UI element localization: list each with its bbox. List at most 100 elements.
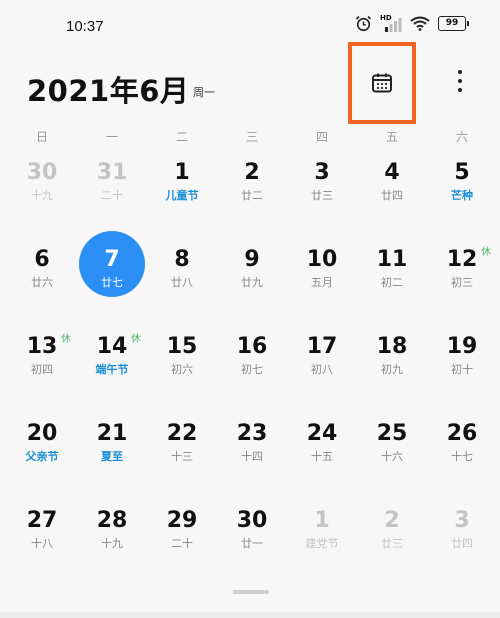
holiday-rest-badge: 休 [61, 334, 71, 345]
lunar-date: 廿二 [241, 189, 263, 202]
day-number: 6 [34, 247, 50, 272]
drag-handle[interactable] [233, 590, 269, 594]
status-time: 10:37 [66, 18, 104, 35]
day-cell[interactable]: 14 端午节 休 [77, 322, 147, 409]
day-cell[interactable]: 18 初九 [357, 322, 427, 409]
day-cell[interactable]: 16 初七 [217, 322, 287, 409]
weekday-sat: 六 [455, 130, 468, 144]
more-options-button[interactable] [450, 66, 470, 96]
day-cell[interactable]: 25 十六 [357, 409, 427, 496]
day-number: 30 [26, 160, 58, 185]
lunar-date: 初九 [381, 363, 403, 376]
day-cell[interactable]: 12 初三 休 [427, 235, 497, 322]
day-number: 14 [96, 334, 128, 359]
day-cell[interactable]: 28 十九 [77, 496, 147, 583]
weekday-thu: 四 [315, 130, 328, 144]
day-cell[interactable]: 26 十七 [427, 409, 497, 496]
day-number: 25 [376, 421, 408, 446]
lunar-date: 初七 [241, 363, 263, 376]
lunar-date: 廿三 [311, 189, 333, 202]
day-cell[interactable]: 21 夏至 [77, 409, 147, 496]
calendar-header: 2021年6月 周一 [0, 42, 500, 124]
day-number: 1 [174, 160, 190, 185]
day-number: 20 [26, 421, 58, 446]
lunar-date: 廿七 [101, 276, 123, 289]
day-cell[interactable]: 20 父亲节 [7, 409, 77, 496]
bottom-panel-edge [0, 612, 500, 618]
day-cell[interactable]: 11 初二 [357, 235, 427, 322]
day-number: 3 [314, 160, 330, 185]
day-cell[interactable]: 29 二十 [147, 496, 217, 583]
lunar-date: 十七 [451, 450, 473, 463]
lunar-date: 二十 [171, 537, 193, 550]
day-number: 3 [454, 508, 470, 533]
weekday-label: 周一 [193, 86, 215, 99]
day-number: 21 [96, 421, 128, 446]
day-cell[interactable]: 31 二十 [77, 148, 147, 235]
day-cell[interactable]: 1 儿童节 [147, 148, 217, 235]
weekday-sun: 日 [35, 130, 48, 144]
day-cell[interactable]: 27 十八 [7, 496, 77, 583]
lunar-date: 廿九 [241, 276, 263, 289]
festival-label: 儿童节 [165, 189, 199, 202]
calendar-button[interactable] [348, 42, 416, 124]
day-cell[interactable]: 17 初八 [287, 322, 357, 409]
day-number: 7 [104, 247, 120, 272]
day-cell[interactable]: 1 建党节 [287, 496, 357, 583]
day-number: 2 [384, 508, 400, 533]
lunar-date: 五月 [311, 276, 333, 289]
day-number: 5 [454, 160, 470, 185]
day-cell[interactable]: 2 廿二 [217, 148, 287, 235]
festival-label: 芒种 [451, 189, 473, 202]
lunar-date: 十九 [101, 537, 123, 550]
lunar-date: 廿六 [31, 276, 53, 289]
day-number: 9 [244, 247, 260, 272]
month-title[interactable]: 2021年6月 [27, 68, 189, 110]
day-cell[interactable]: 9 廿九 [217, 235, 287, 322]
day-number: 10 [306, 247, 338, 272]
lunar-date: 初四 [31, 363, 53, 376]
status-bar: 10:37 HD 99 [0, 0, 500, 52]
festival-label: 父亲节 [25, 450, 59, 463]
day-cell-today[interactable]: 7 廿七 [77, 231, 147, 322]
day-cell[interactable]: 3 廿四 [427, 496, 497, 583]
day-cell[interactable]: 30 十九 [7, 148, 77, 235]
day-cell[interactable]: 19 初十 [427, 322, 497, 409]
day-number: 1 [314, 508, 330, 533]
day-number: 19 [446, 334, 478, 359]
day-cell[interactable]: 15 初六 [147, 322, 217, 409]
lunar-date: 十六 [381, 450, 403, 463]
weekday-fri: 五 [385, 130, 398, 144]
lunar-date: 二十 [101, 189, 123, 202]
day-number: 24 [306, 421, 338, 446]
day-cell[interactable]: 13 初四 休 [7, 322, 77, 409]
holiday-rest-badge: 休 [481, 247, 491, 258]
lunar-date: 初六 [171, 363, 193, 376]
day-cell[interactable]: 23 十四 [217, 409, 287, 496]
day-cell[interactable]: 10 五月 [287, 235, 357, 322]
day-cell[interactable]: 2 廿三 [357, 496, 427, 583]
day-cell[interactable]: 8 廿八 [147, 235, 217, 322]
day-cell[interactable]: 5 芒种 [427, 148, 497, 235]
weekday-wed: 三 [245, 130, 258, 144]
day-number: 16 [236, 334, 268, 359]
festival-label: 端午节 [95, 363, 129, 376]
festival-label: 夏至 [101, 450, 123, 463]
weekday-header-row: 日 一 二 三 四 五 六 [7, 128, 497, 145]
day-cell[interactable]: 22 十三 [147, 409, 217, 496]
day-number: 11 [376, 247, 408, 272]
day-cell[interactable]: 4 廿四 [357, 148, 427, 235]
month-grid: 30 十九 31 二十 1 儿童节 2 廿二 3 廿三 4 廿四 5 芒种 6 廿六 7 廿七 8 廿八 9 廿九 10 五月… [7, 148, 497, 583]
lunar-date: 十四 [241, 450, 263, 463]
lunar-date: 廿一 [241, 537, 263, 550]
day-number: 18 [376, 334, 408, 359]
day-cell[interactable]: 6 廿六 [7, 235, 77, 322]
day-cell[interactable]: 3 廿三 [287, 148, 357, 235]
festival-label: 建党节 [305, 537, 339, 550]
day-cell[interactable]: 24 十五 [287, 409, 357, 496]
day-cell[interactable]: 30 廿一 [217, 496, 287, 583]
weekday-tue: 二 [175, 130, 188, 144]
lunar-date: 初三 [451, 276, 473, 289]
holiday-rest-badge: 休 [131, 334, 141, 345]
day-number: 12 [446, 247, 478, 272]
